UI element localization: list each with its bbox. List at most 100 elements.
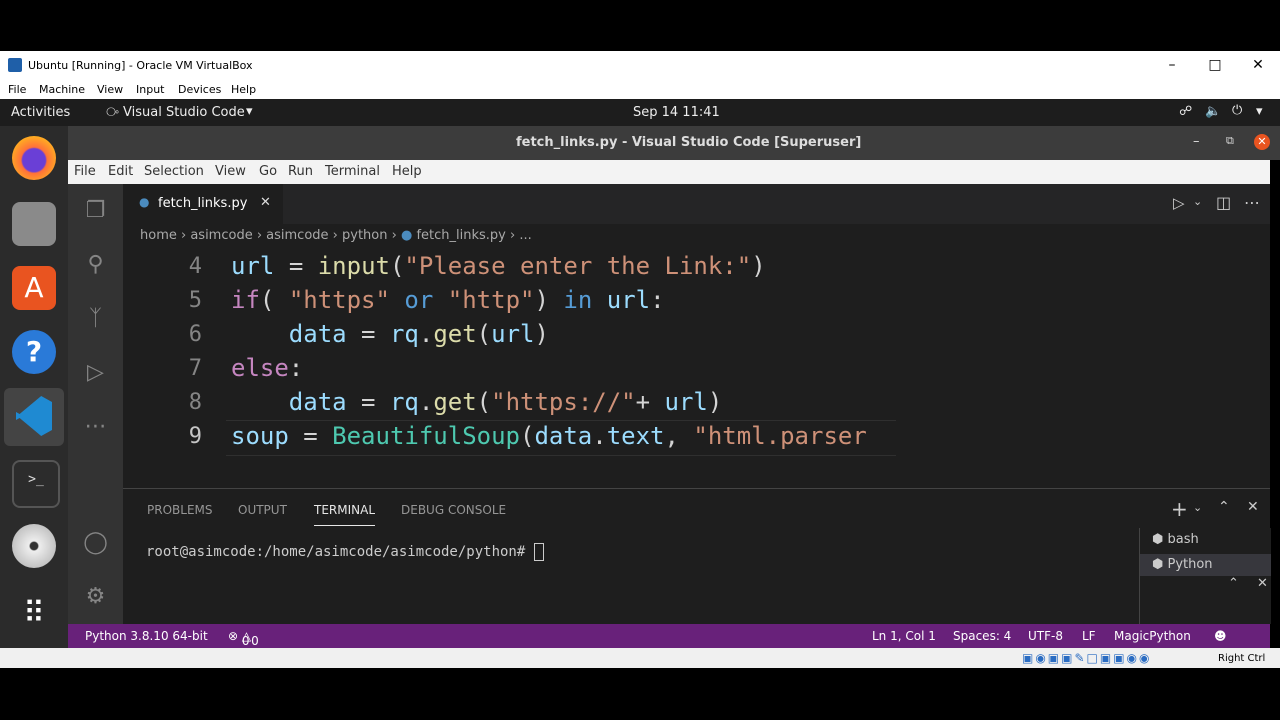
bottom-panel: PROBLEMS OUTPUT TERMINAL DEBUG CONSOLE +… [123, 488, 1270, 625]
close-button[interactable]: ✕ [1248, 55, 1268, 75]
activity-bar: ❐ ⚲ ᛉ ▷ ⋯ ◯ ⚙ [68, 184, 123, 624]
encoding[interactable]: UTF-8 [1028, 629, 1063, 643]
line-ending[interactable]: LF [1082, 629, 1096, 643]
breadcrumb-more[interactable]: ... [519, 228, 531, 243]
dvd-icon[interactable] [12, 524, 56, 568]
run-debug-icon[interactable]: ▷ [68, 352, 123, 392]
search-icon[interactable]: ⚲ [68, 244, 123, 284]
new-terminal-icon[interactable]: + [1171, 497, 1188, 521]
gnome-topbar: Activities ⧂ Visual Studio Code ▾ Sep 14… [0, 99, 1280, 126]
maximize-button[interactable]: □ [1205, 55, 1225, 75]
code-line[interactable]: url = input("Please enter the Link:") [231, 252, 766, 280]
line-number: 4 [188, 254, 202, 279]
tab-debug-console[interactable]: DEBUG CONSOLE [401, 503, 506, 517]
system-menu-chevron-icon[interactable]: ▾ [1256, 104, 1263, 119]
more-icon[interactable]: ⋯ [68, 406, 123, 446]
error-count: 0 [241, 634, 250, 648]
vscode-restore-icon[interactable]: ⧉ [1226, 134, 1234, 148]
vbox-menu-view[interactable]: View [97, 83, 123, 96]
run-file-icon[interactable]: ▷ [1173, 194, 1185, 212]
vbox-menu-input[interactable]: Input [136, 83, 164, 96]
maximize-panel-icon[interactable]: ⌃ [1218, 499, 1230, 515]
chevron-up-icon[interactable]: ⌃ [1228, 576, 1239, 591]
code-line[interactable]: else: [231, 354, 303, 382]
breadcrumb-asimcode-2[interactable]: asimcode [266, 228, 328, 243]
code-line[interactable]: soup = BeautifulSoup(data.text, "html.pa… [231, 422, 867, 450]
python-file-icon: ● [139, 195, 150, 209]
menu-terminal[interactable]: Terminal [325, 164, 380, 179]
python-interpreter[interactable]: Python 3.8.10 64-bit [85, 629, 208, 643]
dock-item-vscode[interactable] [4, 388, 64, 446]
volume-icon[interactable]: 🔈 [1205, 104, 1221, 119]
tab-label: fetch_links.py [158, 196, 248, 211]
indentation[interactable]: Spaces: 4 [953, 629, 1011, 643]
menu-run[interactable]: Run [288, 164, 313, 179]
source-control-icon[interactable]: ᛉ [68, 298, 123, 338]
line-number: 7 [188, 356, 202, 381]
language-mode[interactable]: MagicPython [1114, 629, 1191, 643]
terminal-cursor [533, 543, 544, 561]
vscode-app-icon: ⧂ [106, 105, 120, 120]
terminal-item-bash[interactable]: ⬢ bash [1152, 532, 1199, 547]
settings-gear-icon[interactable]: ⚙ [68, 576, 123, 616]
terminal-output[interactable]: root@asimcode:/home/asimcode/asimcode/py… [146, 543, 544, 561]
vbox-menu-file[interactable]: File [8, 83, 26, 96]
terminal-item-label: bash [1167, 532, 1199, 547]
help-icon[interactable]: ? [12, 330, 56, 374]
cursor-position[interactable]: Ln 1, Col 1 [872, 629, 936, 643]
show-apps-icon[interactable]: ⠿ [12, 592, 56, 636]
files-icon[interactable] [12, 202, 56, 246]
terminal-icon[interactable]: >_ [12, 460, 60, 508]
close-icon[interactable]: ✕ [1257, 576, 1268, 591]
account-icon[interactable]: ◯ [68, 522, 123, 562]
close-panel-icon[interactable]: ✕ [1247, 499, 1259, 515]
more-actions-icon[interactable]: ⋯ [1244, 193, 1260, 212]
software-center-icon[interactable]: A [12, 266, 56, 310]
firefox-icon[interactable] [12, 136, 56, 180]
menu-edit[interactable]: Edit [108, 164, 133, 179]
vbox-menu-devices[interactable]: Devices [178, 83, 221, 96]
vbox-menu-machine[interactable]: Machine [39, 83, 85, 96]
vbox-menubar: File Machine View Input Devices Help [0, 79, 1280, 99]
vscode-close-icon[interactable]: ✕ [1254, 134, 1270, 150]
vbox-menu-help[interactable]: Help [231, 83, 256, 96]
code-line[interactable]: if( "https" or "http") in url: [231, 286, 665, 314]
run-options-chevron-icon[interactable]: ⌄ [1193, 195, 1202, 208]
menu-help[interactable]: Help [392, 164, 422, 179]
split-editor-icon[interactable]: ◫ [1216, 193, 1231, 212]
code-line[interactable]: data = rq.get(url) [231, 320, 549, 348]
menu-file[interactable]: File [74, 164, 96, 179]
breadcrumb-file[interactable]: fetch_links.py [416, 228, 505, 243]
minimize-button[interactable]: – [1162, 55, 1182, 75]
vbox-device-icons[interactable]: ▣◉▣▣✎□▣▣◉◉ [1022, 651, 1152, 665]
close-tab-icon[interactable]: ✕ [260, 195, 271, 210]
menu-selection[interactable]: Selection [144, 164, 204, 179]
activities-button[interactable]: Activities [11, 105, 70, 120]
feedback-icon[interactable]: ☻ [1214, 629, 1227, 643]
clock[interactable]: Sep 14 11:41 [633, 105, 720, 120]
vscode-minimize-icon[interactable]: – [1193, 134, 1200, 149]
explorer-icon[interactable]: ❐ [68, 190, 123, 230]
breadcrumb-asimcode-1[interactable]: asimcode [190, 228, 252, 243]
tab-fetch-links[interactable]: ● fetch_links.py ✕ [123, 184, 283, 224]
terminal-item-python[interactable]: ⬢ Python [1140, 554, 1271, 576]
menu-view[interactable]: View [215, 164, 246, 179]
vscode-titlebar: fetch_links.py - Visual Studio Code [Sup… [68, 126, 1280, 160]
breadcrumb-python[interactable]: python [342, 228, 387, 243]
tab-terminal[interactable]: TERMINAL [314, 503, 376, 526]
app-menu[interactable]: Visual Studio Code [123, 105, 245, 120]
tab-problems[interactable]: PROBLEMS [147, 503, 213, 517]
tab-output[interactable]: OUTPUT [238, 503, 287, 517]
problems-status[interactable]: ⊗ 0 △ 0 [228, 629, 259, 648]
terminal-options-chevron-icon[interactable]: ⌄ [1193, 501, 1202, 514]
menu-go[interactable]: Go [259, 164, 277, 179]
code-line[interactable]: data = rq.get("https://"+ url) [231, 388, 723, 416]
vscode-icon [16, 396, 52, 436]
vbox-statusbar: ▣◉▣▣✎□▣▣◉◉ Right Ctrl [0, 648, 1280, 668]
network-icon[interactable]: ☍ [1179, 104, 1192, 119]
chevron-down-icon[interactable]: ▾ [246, 104, 253, 119]
power-icon[interactable]: ⏻ [1232, 103, 1242, 118]
tab-bar: ▷ ⌄ ◫ ⋯ [123, 184, 1270, 224]
breadcrumb-home[interactable]: home [140, 228, 177, 243]
line-number: 6 [188, 322, 202, 347]
